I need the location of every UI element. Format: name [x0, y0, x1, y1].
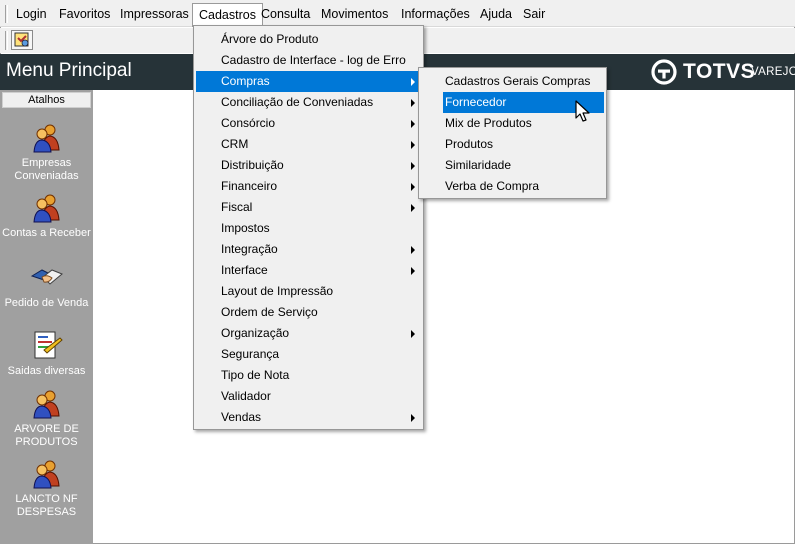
logo-word: TOTVS: [683, 60, 756, 83]
shortcut-label: ARVORE DE PRODUTOS: [14, 423, 79, 448]
menu-item-organizacao[interactable]: Organização: [196, 323, 421, 344]
submenu-arrow-icon: [411, 267, 415, 275]
shortcut-pedido-de-venda[interactable]: Pedido de Venda: [0, 262, 93, 310]
submenu-item-cadastros-gerais-compras[interactable]: Cadastros Gerais Compras: [443, 71, 604, 92]
menu-ajuda[interactable]: Ajuda: [474, 3, 518, 25]
toolbar-grip: [5, 31, 8, 50]
shortcut-empresas-conveniadas[interactable]: Empresas Conveniadas: [0, 122, 93, 183]
menu-item-compras[interactable]: Compras: [196, 71, 421, 92]
submenu-item-verba-de-compra[interactable]: Verba de Compra: [443, 176, 604, 197]
menu-item-cadastro-de-interface[interactable]: Cadastro de Interface - log de Erro: [196, 50, 421, 71]
people-icon: [32, 460, 60, 489]
submenu-item-similaridade[interactable]: Similaridade: [443, 155, 604, 176]
menu-item-interface[interactable]: Interface: [196, 260, 421, 281]
submenu-arrow-icon: [411, 141, 415, 149]
menu-favoritos[interactable]: Favoritos: [53, 3, 116, 25]
mouse-cursor-icon: [575, 100, 590, 122]
menu-item-fiscal[interactable]: Fiscal: [196, 197, 421, 218]
submenu-arrow-icon: [411, 246, 415, 254]
menu-item-consorcio[interactable]: Consórcio: [196, 113, 421, 134]
shortcut-contas-a-receber[interactable]: Contas a Receber: [0, 192, 93, 240]
menu-item-impostos[interactable]: Impostos: [196, 218, 421, 239]
menu-movimentos[interactable]: Movimentos: [315, 3, 394, 25]
submenu-arrow-icon: [411, 78, 415, 86]
menu-bar-grip: [5, 5, 8, 23]
menu-sair[interactable]: Sair: [517, 3, 551, 25]
shortcut-label: Empresas Conveniadas: [14, 157, 79, 182]
menu-item-distribuicao[interactable]: Distribuição: [196, 155, 421, 176]
menu-item-arvore-do-produto[interactable]: Árvore do Produto: [196, 29, 421, 50]
menu-item-conciliacao[interactable]: Conciliação de Conveniadas: [196, 92, 421, 113]
submenu-arrow-icon: [411, 162, 415, 170]
menu-bar: Login Favoritos Impressoras Cadastros Co…: [0, 0, 795, 27]
people-icon: [32, 124, 60, 153]
shortcut-label: LANCTO NF DESPESAS: [15, 493, 78, 518]
submenu-arrow-icon: [411, 414, 415, 422]
shortcut-arvore-de-produtos[interactable]: ARVORE DE PRODUTOS: [0, 388, 93, 449]
menu-consulta[interactable]: Consulta: [255, 3, 316, 25]
people-icon: [32, 194, 60, 223]
menu-item-integracao[interactable]: Integração: [196, 239, 421, 260]
submenu-arrow-icon: [411, 204, 415, 212]
shortcut-saidas-diversas[interactable]: Saidas diversas: [0, 330, 93, 378]
shortcut-label: Contas a Receber: [2, 227, 91, 239]
submenu-arrow-icon: [411, 183, 415, 191]
favorites-icon: [14, 32, 29, 47]
menu-item-ordem-de-servico[interactable]: Ordem de Serviço: [196, 302, 421, 323]
submenu-item-produtos[interactable]: Produtos: [443, 134, 604, 155]
menu-item-vendas[interactable]: Vendas: [196, 407, 421, 428]
page-title: Menu Principal: [6, 60, 132, 81]
submenu-arrow-icon: [411, 330, 415, 338]
cadastros-menu: Árvore do Produto Cadastro de Interface …: [193, 25, 424, 430]
submenu-arrow-icon: [411, 99, 415, 107]
compras-submenu: Cadastros Gerais Compras Fornecedor Mix …: [418, 67, 607, 199]
menu-item-seguranca[interactable]: Segurança: [196, 344, 421, 365]
menu-cadastros[interactable]: Cadastros: [192, 3, 263, 27]
menu-item-crm[interactable]: CRM: [196, 134, 421, 155]
menu-informacoes[interactable]: Informações: [395, 3, 476, 25]
totvs-logo-icon: [651, 59, 677, 85]
favorites-button[interactable]: [11, 30, 33, 50]
people-icon: [32, 390, 60, 419]
menu-item-financeiro[interactable]: Financeiro: [196, 176, 421, 197]
shortcut-label: Saidas diversas: [7, 365, 86, 377]
shortcut-label: Pedido de Venda: [4, 297, 89, 309]
shortcut-lancto-nf-despesas[interactable]: LANCTO NF DESPESAS: [0, 458, 93, 519]
menu-item-layout-de-impressao[interactable]: Layout de Impressão: [196, 281, 421, 302]
shortcuts-sidebar: Atalhos Empresas Conveniadas Contas a Re…: [0, 90, 93, 544]
handshake-icon: [30, 269, 63, 285]
submenu-arrow-icon: [411, 120, 415, 128]
document-icon: [34, 331, 63, 359]
menu-impressoras[interactable]: Impressoras: [114, 3, 195, 25]
logo-sub: VAREJO: [751, 66, 795, 78]
menu-item-tipo-de-nota[interactable]: Tipo de Nota: [196, 365, 421, 386]
tab-atalhos[interactable]: Atalhos: [2, 92, 91, 108]
menu-login[interactable]: Login: [10, 3, 53, 25]
menu-item-validador[interactable]: Validador: [196, 386, 421, 407]
